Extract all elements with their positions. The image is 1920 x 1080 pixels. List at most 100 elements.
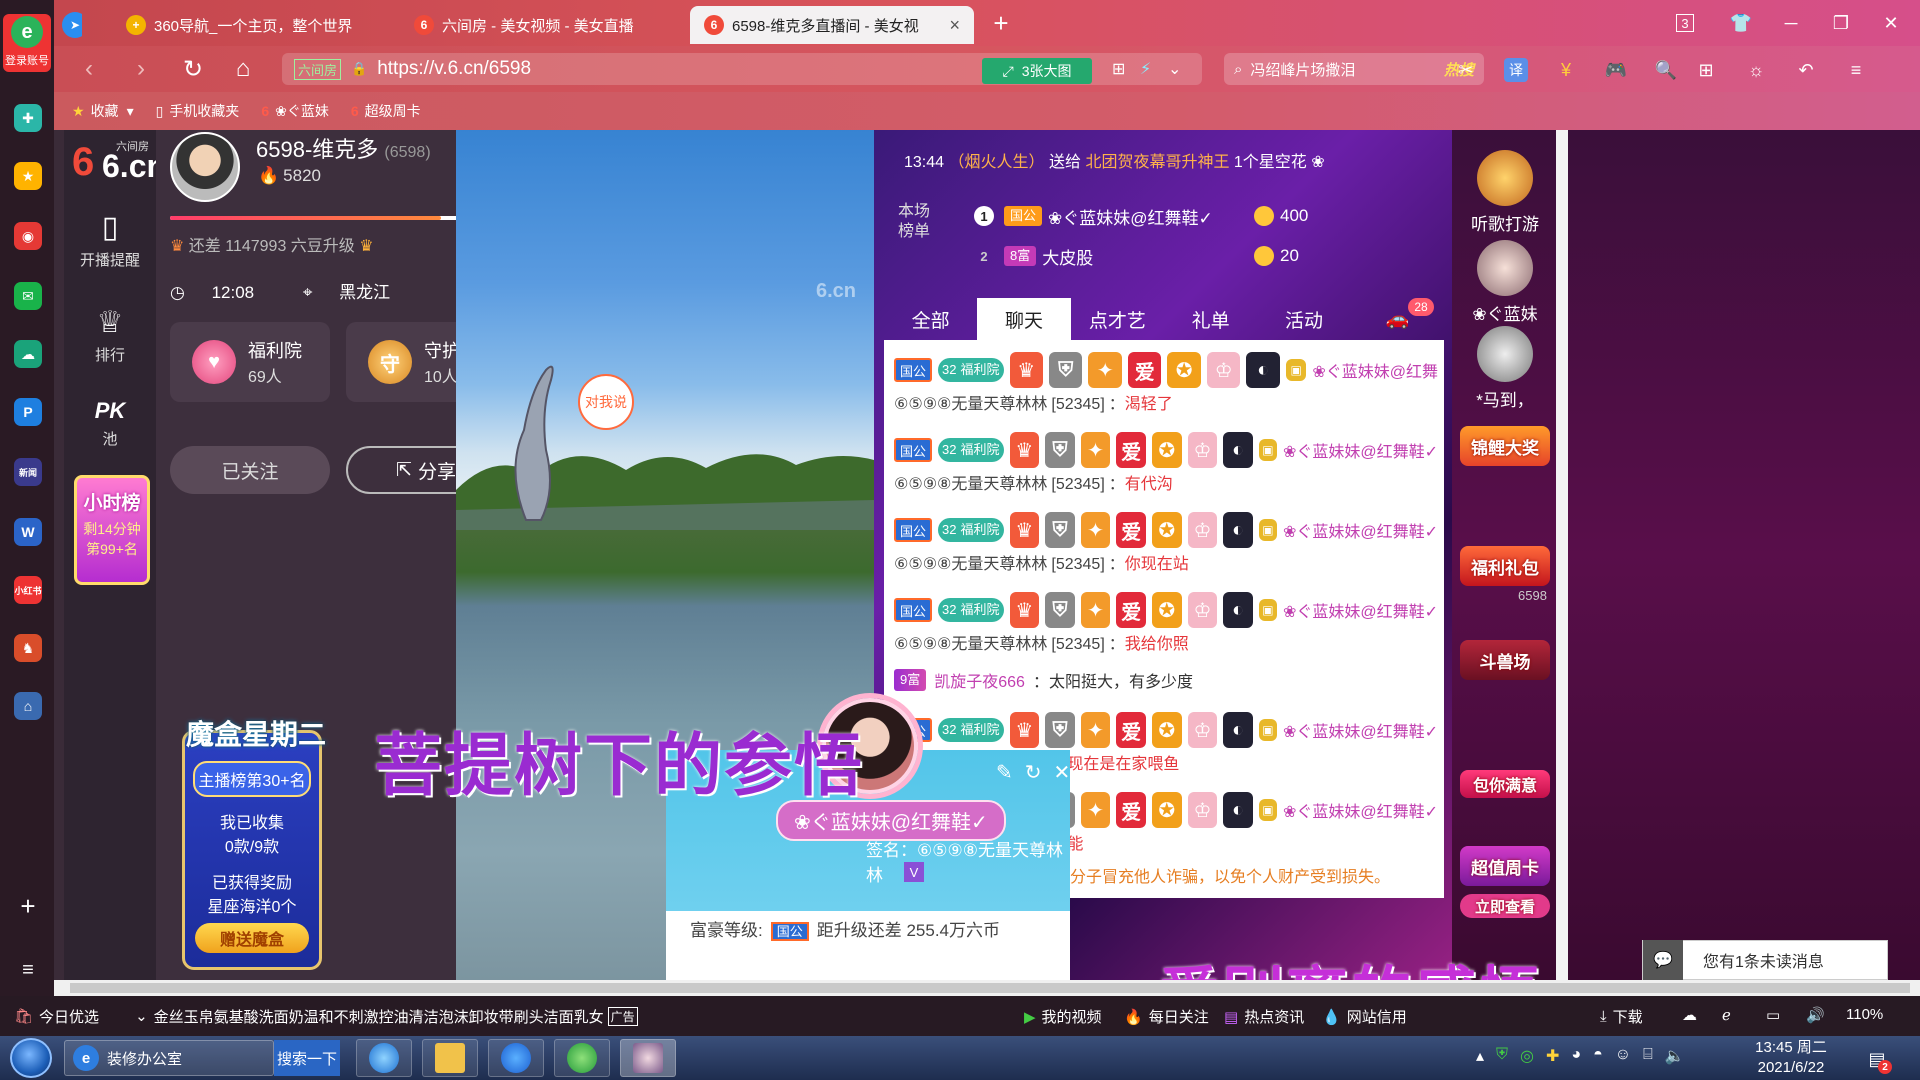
undo-icon[interactable]: ↶ — [1794, 58, 1818, 82]
forward-button[interactable]: › — [126, 54, 156, 84]
close-window-button[interactable]: ✕ — [1876, 8, 1906, 38]
translate-button[interactable]: 译 — [1504, 58, 1528, 82]
bookmark-lanmei[interactable]: 6 ❀ぐ蓝妹 — [261, 101, 329, 121]
chat-username[interactable]: ❀ぐ蓝妹妹@红舞鞋✓ — [1283, 598, 1438, 622]
doc-app-icon[interactable]: W — [14, 518, 42, 546]
wechat-icon[interactable]: ◓ — [1593, 1046, 1603, 1066]
rank-row-2[interactable]: 2 8富 大皮股 20 — [974, 242, 1299, 270]
bookmark-favorites[interactable]: ★ 收藏 ▾ — [72, 101, 134, 121]
tab-talent[interactable]: 点才艺 — [1071, 298, 1164, 340]
town-app-icon[interactable]: ⌂ — [14, 692, 42, 720]
my-video[interactable]: ▶ 我的视频 — [1024, 1006, 1102, 1027]
hour-rank-widget[interactable]: 小时榜 剩14分钟 第99+名 — [74, 475, 150, 585]
chat-message[interactable]: 国公 32 福利院 ♛ ⛨ ✦ 爱 ✪ ♔ ◐ ▣ ❀ぐ蓝妹妹@红舞鞋✓ ⑥⑤⑨⑧无量天尊林林 [5234… — [884, 500, 1444, 580]
promo-scrollbar[interactable] — [1556, 130, 1568, 980]
p-app-icon[interactable]: P — [14, 398, 42, 426]
shield-icon[interactable]: ⛨ — [1496, 1046, 1508, 1066]
tab-chat[interactable]: 聊天 — [977, 298, 1071, 340]
refresh-icon[interactable]: ↻ — [1025, 762, 1054, 784]
plus-tray-icon[interactable]: ✚ — [1546, 1046, 1559, 1066]
tab-counter[interactable]: 3 — [1676, 14, 1694, 32]
360-tray-icon[interactable]: ◎ — [1520, 1046, 1534, 1066]
zoom-level[interactable]: 110% — [1846, 1006, 1883, 1023]
address-bar[interactable]: 六间房 🔒 https://v.6.cn/6598 ⤢ 3张大图 ⊞ ⚡ ⌄ — [282, 53, 1202, 85]
chat-message[interactable]: 国公 32 福利院 ♛ ⛨ ✦ 爱 ✪ ♔ ◐ ▣ ❀ぐ蓝妹妹@红舞鞋✓ ⑥⑤⑨⑧无量天尊林林 [5234… — [884, 580, 1444, 660]
gamepad-icon[interactable]: 🎮 — [1604, 58, 1628, 82]
add-icon[interactable]: + — [14, 891, 42, 921]
welfare-button[interactable]: ♥ 福利院 69人 — [170, 322, 330, 402]
new-tab-button[interactable]: + — [986, 8, 1016, 38]
chat-recipient[interactable]: ⑥⑤⑨⑧无量天尊林林 — [894, 556, 1047, 573]
menu-icon[interactable]: ≡ — [1844, 58, 1868, 82]
screen-icon[interactable]: ▭ — [1766, 1006, 1780, 1024]
chat-username[interactable]: ❀ぐ蓝妹妹@红舞鞋✓ — [1283, 438, 1438, 462]
close-tab-icon[interactable]: × — [949, 15, 960, 36]
tab-gift-list[interactable]: 礼单 — [1164, 298, 1257, 340]
send-magic-box-button[interactable]: 赠送魔盒 — [195, 923, 309, 953]
tab-all[interactable]: 全部 — [884, 298, 977, 340]
cloud-sync-icon[interactable]: ☁ — [1682, 1006, 1697, 1024]
folder-taskbar-icon[interactable] — [422, 1039, 478, 1077]
plus-app-icon[interactable]: ✚ — [14, 104, 42, 132]
action-center-icon[interactable]: ▤ 2 — [1862, 1044, 1892, 1074]
system-clock[interactable]: 13:45 周二 2021/6/22 — [1746, 1038, 1836, 1078]
redbook-app-icon[interactable]: 小红书 — [14, 576, 42, 604]
today-picks[interactable]: 🛍 今日优选 — [14, 1006, 99, 1027]
download[interactable]: ⤓ 下载 — [1600, 1006, 1643, 1027]
taskbar-browser-task[interactable]: e 装修办公室 — [64, 1040, 274, 1076]
network-icon[interactable]: ⌸ — [1643, 1046, 1653, 1066]
chat-recipient[interactable]: ⑥⑤⑨⑧无量天尊林林 — [894, 476, 1047, 493]
k-app-taskbar-icon[interactable] — [488, 1039, 544, 1077]
chevron-down-icon[interactable]: ⌄ — [1168, 59, 1181, 79]
rank-row-1[interactable]: 1 国公 ❀ぐ蓝妹妹@红舞鞋✓ 400 — [974, 202, 1308, 230]
daily-focus[interactable]: 🔥 每日关注 — [1124, 1006, 1209, 1027]
chat-username[interactable]: ❀ぐ蓝妹妹@红舞 — [1312, 358, 1438, 382]
tab-6598-room[interactable]: 6 6598-维克多直播间 - 美女视 × — [690, 6, 974, 44]
welfare-gift-banner[interactable]: 福利礼包 — [1460, 546, 1550, 586]
coupon-icon[interactable]: ¥ — [1554, 58, 1578, 82]
apps-grid-icon[interactable]: ⊞ — [1694, 58, 1718, 82]
cloud-icon[interactable]: ☁ — [14, 340, 42, 368]
back-button[interactable]: ‹ — [74, 54, 104, 84]
chat-recipient[interactable]: ⑥⑤⑨⑧无量天尊林林 — [894, 636, 1047, 653]
home-button[interactable]: ⌂ — [228, 54, 258, 84]
star-app-icon[interactable]: ★ — [14, 162, 42, 190]
arena-banner[interactable]: 斗兽场 — [1460, 640, 1550, 680]
chat-username[interactable]: ❀ぐ蓝妹妹@红舞鞋✓ — [1283, 518, 1438, 542]
scissors-icon[interactable]: ✂ — [1454, 58, 1478, 82]
ie-taskbar-icon[interactable] — [356, 1039, 412, 1077]
chat-message[interactable]: 国公 32 福利院 ♛ ⛨ ✦ 爱 ✪ ♔ ◐ ▣ ❀ぐ蓝妹妹@红舞 ⑥⑤⑨⑧无量天尊林林 [52345]… — [884, 340, 1444, 420]
qq-icon[interactable]: ◕ — [1571, 1046, 1581, 1066]
promo-card-music[interactable]: 听歌打游 — [1460, 150, 1550, 235]
restore-button[interactable]: ❐ — [1826, 8, 1856, 38]
lightning-icon[interactable]: ⚡ — [1140, 59, 1151, 79]
scrollbar-thumb[interactable] — [70, 983, 1910, 993]
bookmark-mobile[interactable]: ▯ 手机收藏夹 — [156, 101, 240, 121]
shirt-skin-icon[interactable]: 👕 — [1726, 8, 1756, 38]
unread-message-notice[interactable]: 💬 您有1条未读消息 — [1642, 940, 1888, 980]
close-icon[interactable]: ✕ — [1054, 762, 1083, 784]
360-browser-taskbar-icon[interactable] — [554, 1039, 610, 1077]
nav-live-reminder[interactable]: ▯ 开播提醒 — [64, 210, 156, 270]
chat-message[interactable]: 国公 32 福利院 ♛ ⛨ ✦ 爱 ✪ ♔ ◐ ▣ ❀ぐ蓝妹妹@红舞鞋✓ ⑥⑤⑨⑧无量天尊林林 [5234… — [884, 420, 1444, 500]
magic-box-widget[interactable]: 魔盒星期二 主播榜第30+名 我已收集 0款/9款 已获得奖励 星座海洋0个 赠… — [182, 719, 326, 970]
talk-to-me-button[interactable]: 对我说 — [578, 374, 634, 430]
view-now-button[interactable]: 立即查看 — [1460, 894, 1550, 918]
mail-icon[interactable]: ✉ — [14, 282, 42, 310]
news-app-icon[interactable]: 新闻 — [14, 458, 42, 486]
list-icon[interactable]: ≡ — [14, 956, 42, 984]
reload-button[interactable]: ↻ — [178, 54, 208, 84]
people-icon[interactable]: ☺ — [1615, 1046, 1631, 1066]
magnifier-icon[interactable]: 🔍 — [1654, 58, 1678, 82]
chat-message-plain[interactable]: 9富 凯旋子夜666 ：太阳挺大，有多少度 — [884, 660, 1444, 700]
site-logo[interactable]: 6 6.cn 六间房 — [72, 136, 166, 188]
promo-card-madao[interactable]: *马到， — [1460, 326, 1550, 411]
tab-360-nav[interactable]: + 360导航_一个主页，整个世界 — [112, 6, 396, 44]
big-picture-button[interactable]: ⤢ 3张大图 — [982, 58, 1092, 84]
horizontal-scrollbar[interactable] — [54, 980, 1920, 996]
chevron-up-icon[interactable]: ▴ — [1476, 1046, 1484, 1066]
minimize-button[interactable]: ─ — [1776, 8, 1806, 38]
anchor-avatar[interactable] — [170, 132, 240, 202]
tab-activity[interactable]: 活动 — [1257, 298, 1350, 340]
nav-pk-pool[interactable]: PK 池 — [64, 398, 156, 449]
